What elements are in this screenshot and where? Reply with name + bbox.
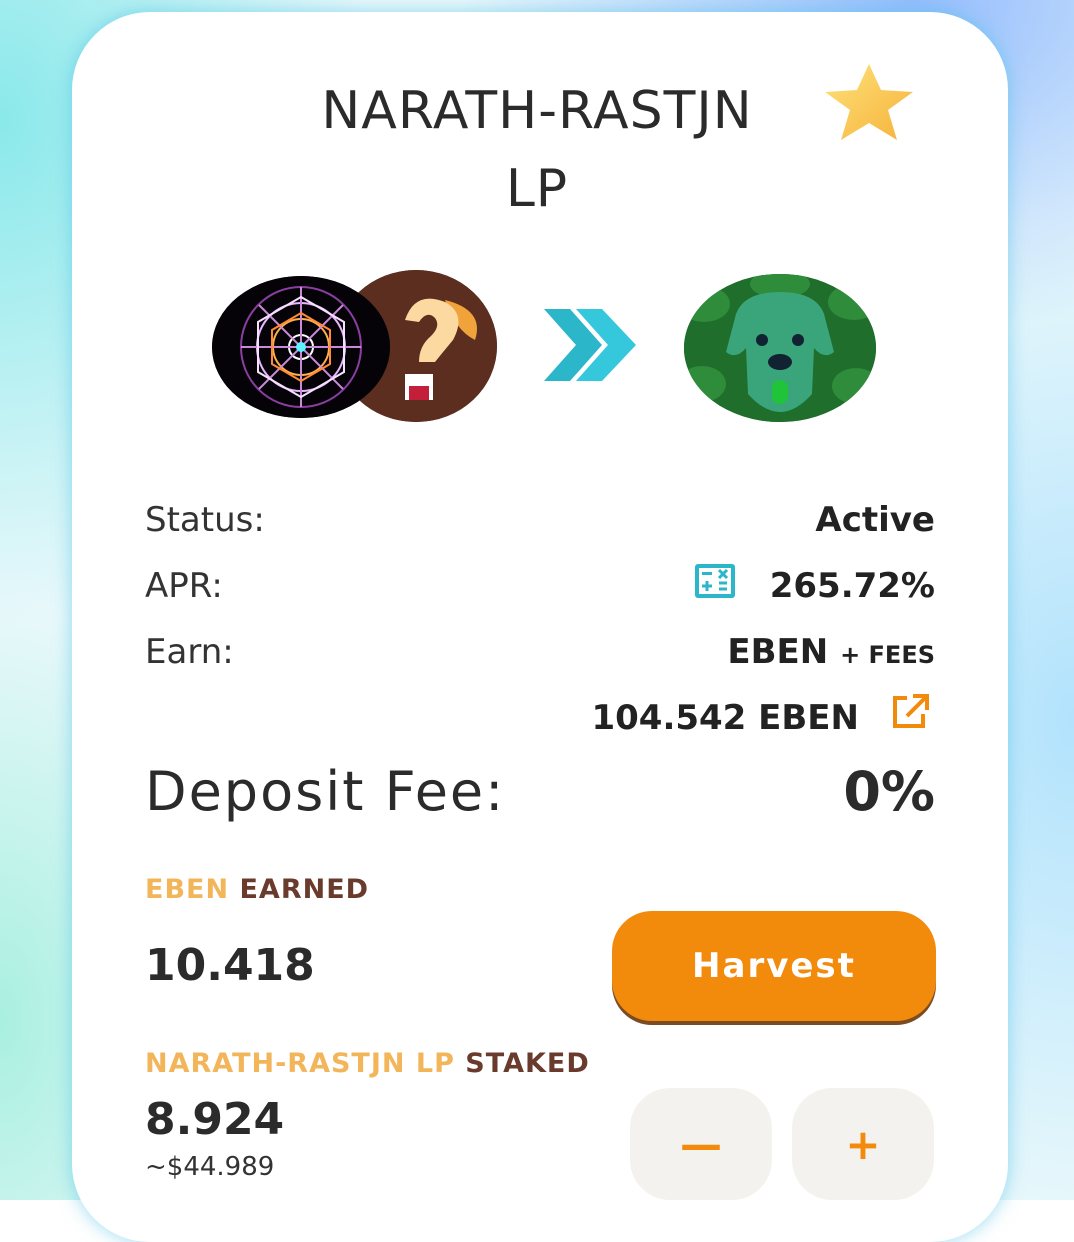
harvest-button[interactable]: Harvest — [612, 911, 936, 1021]
staked-token-label: NARATH-RASTJN LP — [145, 1048, 455, 1079]
status-label: Status: — [145, 500, 265, 540]
earned-token-label: EBEN — [145, 874, 230, 905]
unstake-button[interactable]: — — [630, 1088, 772, 1200]
staked-usd-value: ~$44.989 — [145, 1152, 275, 1182]
staked-label: STAKED — [465, 1048, 590, 1079]
farm-title-line2: LP — [505, 159, 569, 219]
apr-value: 265.72% — [769, 566, 935, 606]
deposit-fee-value: 0% — [843, 760, 935, 823]
stake-button[interactable]: + — [792, 1088, 934, 1200]
star-icon[interactable] — [818, 62, 920, 142]
reward-amount: 104.542 EBEN — [591, 698, 859, 738]
earn-fees: + FEES — [840, 641, 935, 669]
earned-label: EARNED — [239, 874, 370, 905]
farm-title-line1: NARATH-RASTJN — [321, 81, 753, 141]
earn-label: Earn: — [145, 632, 234, 672]
staked-amount: 8.924 — [145, 1094, 285, 1145]
calculator-icon[interactable] — [693, 562, 737, 600]
apr-label: APR: — [145, 566, 223, 606]
deposit-fee-label: Deposit Fee: — [145, 760, 506, 823]
staked-section-label: NARATH-RASTJN LP STAKED — [145, 1048, 590, 1079]
earn-value: EBEN + FEES — [727, 632, 935, 672]
earned-amount: 10.418 — [145, 940, 315, 991]
earned-section-label: EBEN EARNED — [145, 874, 369, 905]
earn-token: EBEN — [727, 632, 829, 672]
token-mandala-icon — [212, 276, 390, 418]
status-value: Active — [815, 500, 935, 540]
double-arrow-icon — [544, 309, 636, 381]
external-link-icon[interactable] — [889, 692, 931, 730]
token-dog-icon — [684, 274, 876, 422]
